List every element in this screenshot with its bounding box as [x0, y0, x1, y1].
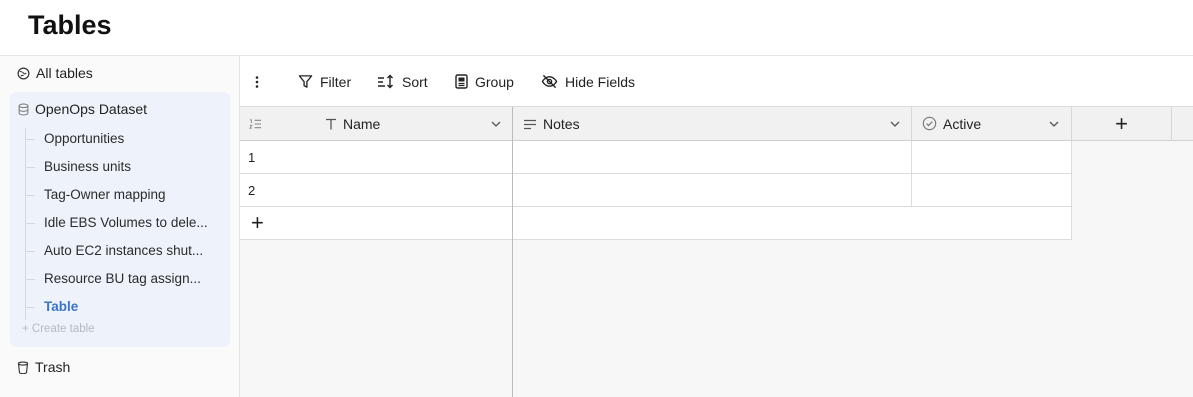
add-column-button[interactable]: +	[1072, 107, 1172, 141]
all-tables-label: All tables	[36, 65, 93, 81]
hide-fields-label: Hide Fields	[565, 73, 636, 90]
column-header-notes-label: Notes	[543, 115, 580, 132]
database-globe-icon	[17, 67, 30, 79]
active-cell[interactable]	[912, 174, 1072, 207]
table-item-resource-bu-tag[interactable]: Resource BU tag assign...	[44, 271, 201, 286]
chevron-down-icon[interactable]	[1049, 121, 1059, 127]
tree-tick	[25, 251, 35, 252]
header-filler	[1172, 107, 1193, 141]
group-label: Group	[475, 73, 514, 90]
sort-button[interactable]: Sort	[377, 56, 428, 107]
filter-icon	[298, 75, 313, 88]
add-row-filler[interactable]	[513, 207, 1072, 240]
table-grid: Name Notes Active + 1 2 +	[240, 107, 1193, 397]
column-header-active-label: Active	[943, 115, 982, 132]
toolbar: Filter Sort Group Hide Fields	[240, 56, 1193, 107]
tree-tick	[25, 167, 35, 168]
tree-tick	[25, 195, 35, 196]
add-row-button[interactable]: +	[240, 207, 513, 240]
tree-tick	[25, 139, 35, 140]
sort-icon	[378, 74, 393, 89]
create-table-button[interactable]: + Create table	[22, 323, 95, 335]
column-header-name-label: Name	[343, 115, 381, 132]
checkbox-circle-icon	[922, 116, 937, 131]
group-button[interactable]: Group	[455, 56, 514, 107]
long-text-icon	[524, 119, 536, 130]
table-item-business-units[interactable]: Business units	[44, 159, 131, 174]
sort-label: Sort	[402, 73, 428, 90]
tree-line	[25, 128, 26, 320]
tree-tick	[25, 279, 35, 280]
sidebar: All tables OpenOps Dataset Opportunities…	[0, 56, 240, 397]
top-bar: Tables	[0, 0, 1193, 56]
all-tables-link[interactable]: All tables	[17, 65, 93, 81]
more-vertical-icon	[255, 75, 259, 88]
notes-cell[interactable]	[513, 141, 912, 174]
filter-button[interactable]: Filter	[298, 56, 351, 107]
chevron-down-icon[interactable]	[890, 121, 900, 127]
database-icon	[18, 102, 29, 116]
page-title: Tables	[28, 10, 112, 40]
column-header-notes[interactable]: Notes	[513, 107, 912, 141]
hide-fields-button[interactable]: Hide Fields	[541, 56, 635, 107]
eye-off-icon	[541, 74, 558, 89]
more-options-button[interactable]	[253, 56, 261, 107]
tree-tick	[25, 307, 35, 308]
column-header-active[interactable]: Active	[912, 107, 1072, 141]
active-cell[interactable]	[912, 141, 1072, 174]
trash-link[interactable]: Trash	[17, 359, 70, 375]
table-item-auto-ec2-instances[interactable]: Auto EC2 instances shut...	[44, 243, 203, 258]
chevron-down-icon[interactable]	[491, 121, 501, 127]
dataset-item[interactable]: OpenOps Dataset	[18, 101, 147, 117]
row-number-icon	[249, 119, 262, 129]
trash-label: Trash	[35, 359, 71, 375]
notes-cell[interactable]	[513, 174, 912, 207]
table-item-idle-ebs-volumes[interactable]: Idle EBS Volumes to dele...	[44, 215, 208, 230]
tree-tick	[25, 223, 35, 224]
row-number-cell[interactable]: 1	[240, 141, 513, 174]
dataset-label: OpenOps Dataset	[35, 101, 148, 117]
table-item-opportunities[interactable]: Opportunities	[44, 131, 124, 146]
table-item-tag-owner-mapping[interactable]: Tag-Owner mapping	[44, 187, 166, 202]
frozen-column-divider	[512, 107, 513, 397]
column-header-name[interactable]: Name	[240, 107, 513, 141]
filter-label: Filter	[320, 73, 352, 90]
trash-icon	[17, 361, 29, 374]
group-icon	[455, 74, 468, 89]
text-type-icon	[326, 118, 336, 130]
table-item-table[interactable]: Table	[44, 299, 78, 314]
row-number-cell[interactable]: 2	[240, 174, 513, 207]
